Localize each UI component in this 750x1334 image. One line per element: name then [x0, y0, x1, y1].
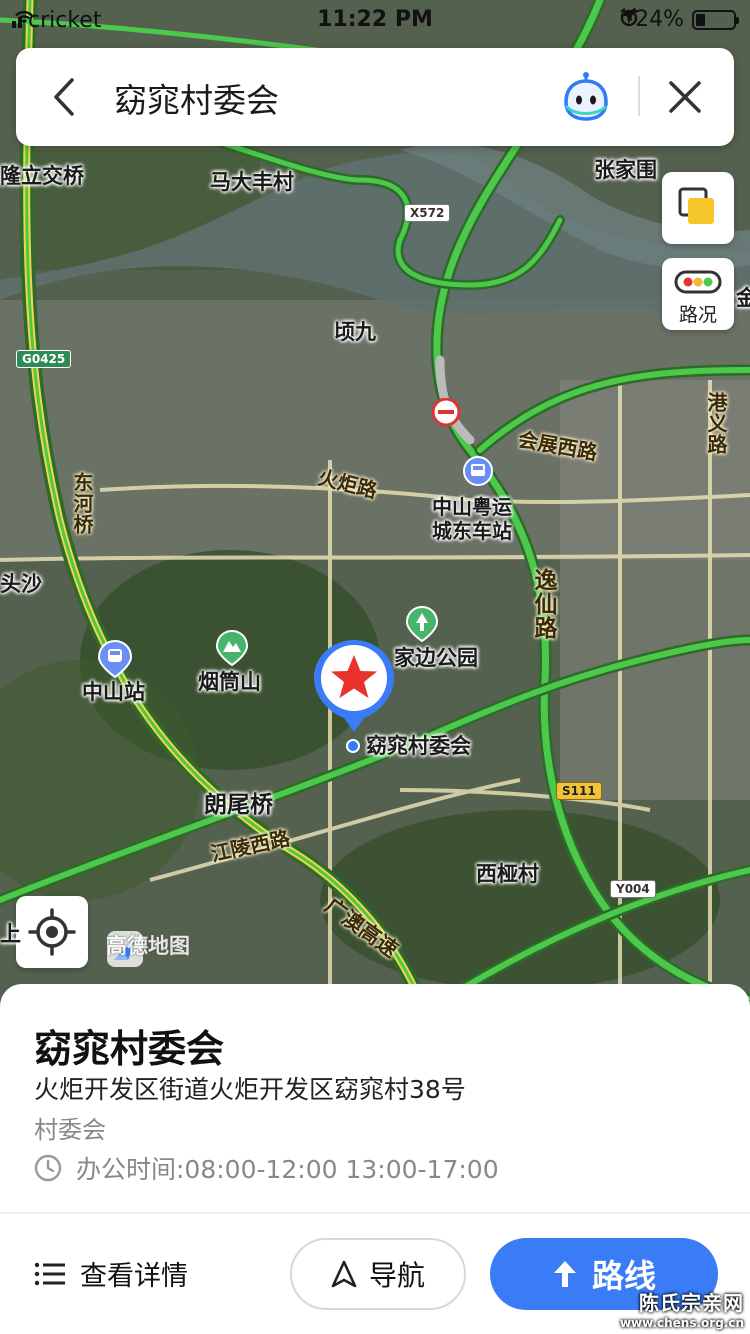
- map-label[interactable]: 张家围: [594, 158, 657, 182]
- locate-button[interactable]: [16, 896, 88, 968]
- clock-icon: [34, 1154, 62, 1182]
- map-view[interactable]: cricket 11:22 PM 24% 窈窕村委会 路况 马大丰村 张家围 隆…: [0, 0, 750, 1000]
- map-label[interactable]: 头沙: [0, 572, 42, 596]
- navigate-button[interactable]: 导航: [290, 1238, 466, 1310]
- poi-dot: [346, 739, 360, 753]
- poi-category: 村委会: [34, 1116, 106, 1144]
- map-label[interactable]: 西桠村: [476, 862, 539, 886]
- poi-detail-card[interactable]: 窈窕村委会 火炬开发区街道火炬开发区窈窕村38号 村委会 办公时间:08:00-…: [0, 984, 750, 1334]
- layers-icon: [678, 187, 714, 224]
- traffic-label: 路况: [678, 304, 717, 326]
- navigate-label: 导航: [368, 1259, 425, 1292]
- map-label[interactable]: 城东车站: [432, 520, 512, 543]
- poi-hours-text: 办公时间:08:00-12:00 13:00-17:00: [76, 1155, 499, 1184]
- traffic-button[interactable]: 路况: [662, 258, 734, 330]
- battery-icon: [692, 9, 739, 30]
- map-label[interactable]: 中山粤运: [432, 496, 512, 519]
- map-label[interactable]: 烟筒山: [198, 670, 261, 694]
- star-pin-icon: [314, 640, 394, 732]
- selected-location-marker[interactable]: [312, 638, 396, 738]
- status-bar: cricket 11:22 PM 24%: [0, 0, 750, 40]
- road-label: 逸仙路: [530, 568, 556, 640]
- amap-logo: 高德地图: [106, 930, 190, 967]
- amap-logo-text: 高德地图: [106, 934, 190, 958]
- map-label: 上: [0, 922, 21, 946]
- route-shield: S111: [556, 782, 602, 800]
- map-roads: [0, 0, 750, 1000]
- route-arrow-icon: [553, 1261, 576, 1287]
- watermark-title: 陈氏宗亲网: [639, 1291, 744, 1315]
- road-label: 港义路: [704, 392, 728, 455]
- map-label[interactable]: 家边公园: [394, 646, 478, 670]
- poi-hours: 办公时间:08:00-12:00 13:00-17:00: [34, 1150, 499, 1186]
- assistant-robot-icon[interactable]: [560, 72, 612, 122]
- back-chevron-icon[interactable]: [46, 76, 86, 118]
- watermark-url: www.chens.org.cn: [619, 1316, 744, 1330]
- poi-address: 火炬开发区街道火炬开发区窈窕村38号: [34, 1075, 466, 1104]
- layers-button[interactable]: [662, 172, 734, 244]
- route-shield: X572: [404, 204, 451, 222]
- navigation-arrow-icon: [331, 1260, 357, 1288]
- list-icon: [34, 1262, 65, 1285]
- divider: [638, 76, 640, 116]
- road-label: 东河桥: [70, 472, 94, 535]
- map-label[interactable]: 中山站: [82, 680, 145, 704]
- map-label: 金: [736, 286, 750, 310]
- view-details-button[interactable]: 查看详情: [34, 1254, 188, 1293]
- close-icon[interactable]: [664, 76, 706, 118]
- map-label[interactable]: 顷九: [334, 320, 376, 344]
- traffic-light-icon: [674, 270, 722, 294]
- watermark: 陈氏宗亲网 www.chens.org.cn: [620, 1287, 744, 1330]
- search-query[interactable]: 窈窕村委会: [114, 74, 279, 122]
- map-label[interactable]: 马大丰村: [210, 170, 294, 194]
- route-shield: G0425: [16, 350, 72, 368]
- poi-name: 窈窕村委会: [34, 1027, 225, 1071]
- route-shield: Y004: [610, 880, 656, 898]
- crosshair-icon: [28, 908, 76, 956]
- map-label[interactable]: 隆立交桥: [0, 164, 84, 188]
- map-label[interactable]: 朗尾桥: [204, 792, 273, 818]
- view-details-label: 查看详情: [80, 1261, 188, 1292]
- search-bar[interactable]: 窈窕村委会: [16, 48, 734, 146]
- battery-percent: 24%: [635, 7, 684, 32]
- divider: [0, 1212, 750, 1214]
